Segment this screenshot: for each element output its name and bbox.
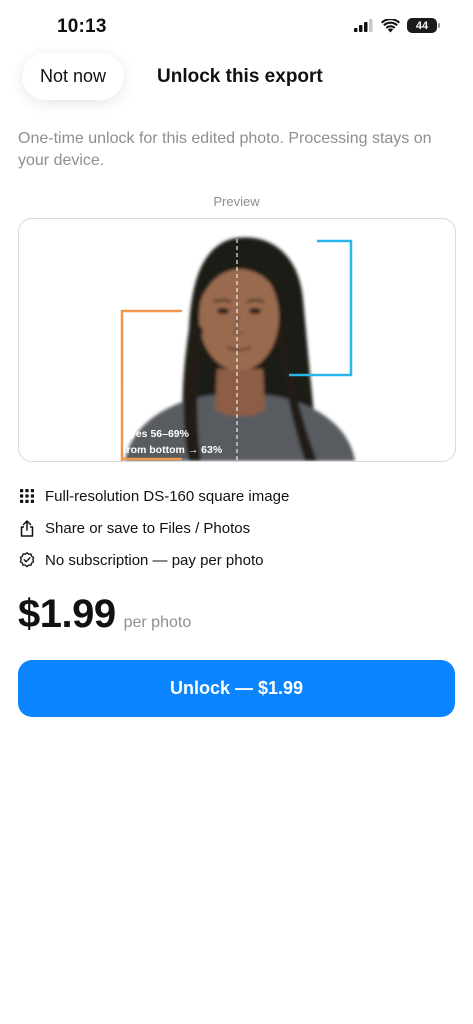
- wifi-icon: [381, 18, 400, 32]
- nav-bar: Not now Unlock this export: [0, 52, 473, 102]
- preview-label: Preview: [213, 194, 260, 209]
- feature-label: Full-resolution DS-160 square image: [45, 487, 290, 505]
- share-icon: [18, 519, 36, 537]
- unlock-button[interactable]: Unlock — $1.99: [18, 660, 455, 717]
- price-unit: per photo: [123, 614, 192, 631]
- grid-icon: [18, 487, 36, 505]
- status-time: 10:13: [57, 16, 107, 37]
- feature-item-share: Share or save to Files / Photos: [18, 512, 458, 544]
- feature-list: Full-resolution DS-160 square image Shar…: [18, 480, 458, 576]
- price-amount: $1.99: [18, 592, 116, 636]
- feature-label: No subscription — pay per photo: [45, 551, 264, 569]
- preview-frame: Head 50–69% → 63% Eyes 56–69% from botto…: [18, 218, 456, 462]
- head-label-line2: → 63%: [309, 242, 345, 254]
- feature-item-resolution: Full-resolution DS-160 square image: [18, 480, 458, 512]
- page-title: Unlock this export: [157, 66, 323, 87]
- feature-label: Share or save to Files / Photos: [45, 519, 251, 537]
- description-text: One-time unlock for this edited photo. P…: [18, 130, 432, 169]
- signal-icon: [354, 19, 373, 32]
- status-icons: 44: [354, 18, 440, 33]
- feature-item-no-subscription: No subscription — pay per photo: [18, 544, 458, 576]
- preview-photo: Head 50–69% → 63% Eyes 56–69% from botto…: [120, 227, 355, 461]
- battery-level: 44: [415, 19, 429, 32]
- eyes-label-line1: Eyes 56–69%: [123, 428, 190, 440]
- price-row: $1.99 per photo: [18, 592, 191, 637]
- battery-icon: 44: [407, 18, 440, 33]
- not-now-button[interactable]: Not now: [22, 53, 125, 100]
- status-bar: 10:13 44: [0, 0, 473, 52]
- verified-badge-icon: [18, 551, 36, 569]
- head-label-line1: Head 50–69%: [281, 227, 352, 239]
- eyes-label-line2: from bottom → 63%: [123, 444, 223, 456]
